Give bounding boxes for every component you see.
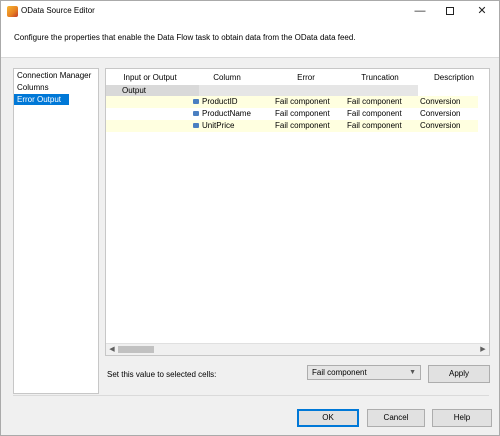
window-title: OData Source Editor (21, 6, 95, 15)
header-error[interactable]: Error (286, 73, 326, 82)
maximize-button[interactable] (437, 1, 463, 22)
row-error[interactable]: Fail component (275, 109, 330, 119)
table-row[interactable]: ProductID Fail component Fail component … (106, 96, 478, 108)
cancel-button[interactable]: Cancel (367, 409, 425, 427)
header-panel: Configure the properties that enable the… (1, 22, 499, 58)
horizontal-scrollbar[interactable]: ◀ ▶ (106, 343, 489, 355)
row-truncation[interactable]: Fail component (347, 109, 402, 119)
apply-button[interactable]: Apply (428, 365, 490, 383)
chevron-down-icon: ▼ (409, 369, 416, 376)
column-icon (193, 111, 199, 116)
row-error[interactable]: Fail component (275, 121, 330, 131)
row-column: UnitPrice (202, 121, 235, 130)
close-button[interactable]: ✕ (469, 1, 495, 22)
header-input-or-output[interactable]: Input or Output (120, 73, 180, 82)
error-action-select[interactable]: Fail component ▼ (307, 365, 421, 380)
select-value: Fail component (312, 368, 367, 377)
header-description: Configure the properties that enable the… (14, 33, 356, 42)
nav-item-error-output[interactable]: Error Output (14, 94, 69, 105)
footer-divider (13, 395, 489, 396)
help-button[interactable]: Help (432, 409, 492, 427)
header-description[interactable]: Description (429, 73, 479, 82)
row-column: ProductName (202, 109, 251, 118)
scroll-thumb[interactable] (118, 346, 154, 353)
dialog-window: OData Source Editor — ✕ Configure the pr… (0, 0, 500, 436)
navigation-list: Connection Manager Columns Error Output (13, 68, 99, 394)
table-row[interactable]: UnitPrice Fail component Fail component … (106, 120, 478, 132)
header-column[interactable]: Column (202, 73, 252, 82)
set-value-label: Set this value to selected cells: (107, 370, 217, 379)
output-row-fill (199, 85, 418, 96)
row-column: ProductID (202, 97, 238, 106)
column-icon (193, 123, 199, 128)
output-label: Output (106, 85, 199, 96)
error-output-grid[interactable]: Input or Output Column Error Truncation … (105, 68, 490, 356)
row-description: Conversion (420, 121, 461, 130)
title-bar: OData Source Editor — ✕ (1, 1, 499, 22)
header-truncation[interactable]: Truncation (352, 73, 408, 82)
grid-header: Input or Output Column Error Truncation … (106, 69, 478, 85)
scroll-right-icon[interactable]: ▶ (477, 344, 489, 355)
column-icon (193, 99, 199, 104)
app-icon (7, 6, 18, 17)
maximize-icon (446, 7, 454, 16)
row-truncation[interactable]: Fail component (347, 121, 402, 131)
row-description: Conversion (420, 97, 461, 106)
table-row[interactable]: ProductName Fail component Fail componen… (106, 108, 478, 120)
nav-item-columns[interactable]: Columns (14, 82, 98, 93)
row-truncation[interactable]: Fail component (347, 97, 402, 107)
ok-button[interactable]: OK (297, 409, 359, 427)
scroll-left-icon[interactable]: ◀ (106, 344, 118, 355)
row-description: Conversion (420, 109, 461, 118)
row-error[interactable]: Fail component (275, 97, 330, 107)
output-row[interactable]: Output (106, 85, 478, 96)
minimize-button[interactable]: — (407, 1, 433, 22)
nav-item-connection-manager[interactable]: Connection Manager (14, 70, 98, 81)
